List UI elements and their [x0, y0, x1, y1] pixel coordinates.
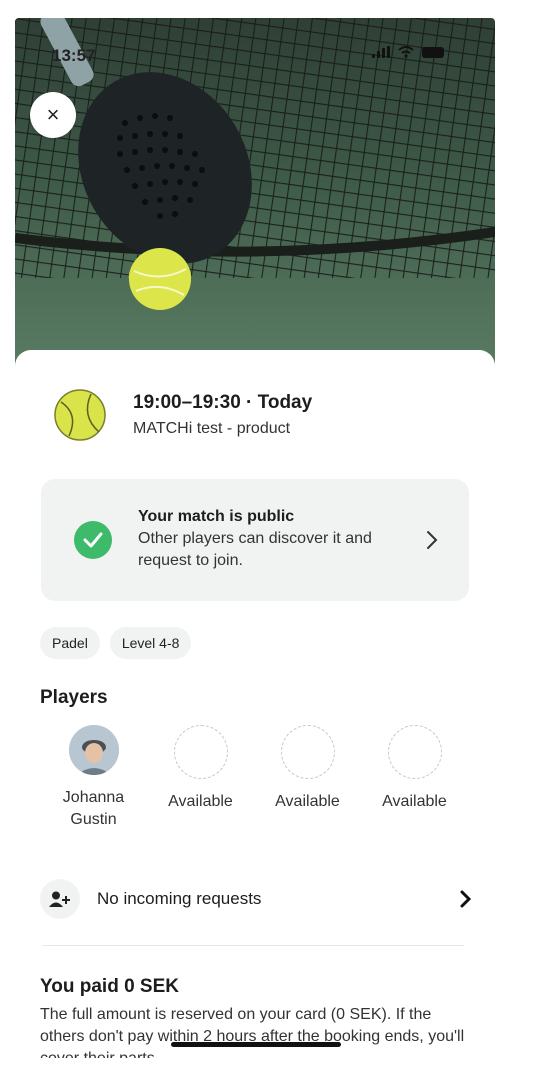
- venue-name: MATCHi test - product: [133, 420, 291, 437]
- public-match-card[interactable]: Your match is public Other players can d…: [41, 479, 469, 601]
- match-tags: Padel Level 4-8: [40, 627, 192, 659]
- wifi-icon: [398, 46, 414, 58]
- chevron-right-icon: [460, 890, 472, 908]
- chevron-right-icon: [427, 531, 438, 549]
- player-slot[interactable]: Johanna Gustin: [40, 725, 147, 831]
- booking-time: 19:00–19:30 · Today: [133, 392, 313, 413]
- status-icons: [372, 46, 444, 58]
- check-circle-icon: [74, 521, 112, 559]
- close-icon: ×: [46, 102, 60, 127]
- public-description: Other players can discover it and reques…: [138, 530, 372, 569]
- avatar: [68, 725, 119, 775]
- requests-label: No incoming requests: [97, 889, 262, 908]
- player-name: Available: [275, 793, 340, 810]
- home-indicator[interactable]: [171, 1042, 341, 1047]
- empty-slot-circle: [173, 725, 228, 779]
- payment-description: The full amount is reserved on your card…: [40, 1006, 465, 1058]
- player-name: Available: [382, 793, 447, 810]
- payment-title: You paid 0 SEK: [40, 976, 180, 997]
- empty-slot-circle: [387, 725, 442, 779]
- hero-image: [15, 18, 495, 378]
- divider: [42, 945, 464, 946]
- player-name: Available: [168, 793, 233, 810]
- battery-icon: [422, 47, 444, 58]
- player-name: Johanna Gustin: [62, 789, 125, 828]
- player-slot[interactable]: Available: [147, 725, 254, 831]
- close-button[interactable]: ×: [30, 92, 76, 138]
- booking-slot: 19:00–19:30 · Today MATCHi test - produc…: [53, 388, 312, 442]
- player-slot[interactable]: Available: [254, 725, 361, 831]
- public-title: Your match is public: [138, 508, 295, 525]
- players-heading: Players: [40, 687, 108, 708]
- ball-image: [129, 248, 191, 310]
- add-user-icon: [40, 879, 80, 919]
- tennis-ball-icon: [54, 389, 106, 441]
- player-slot[interactable]: Available: [361, 725, 468, 831]
- empty-slot-circle: [280, 725, 335, 779]
- match-details-sheet: 19:00–19:30 · Today MATCHi test - produc…: [15, 350, 495, 1068]
- incoming-requests-row[interactable]: No incoming requests: [40, 877, 472, 921]
- players-list: Johanna Gustin Available Available Avail…: [40, 725, 480, 831]
- status-time: 13:57: [52, 46, 96, 65]
- signal-icon: [372, 46, 390, 58]
- tag-sport: Padel: [40, 627, 100, 659]
- tag-level: Level 4-8: [109, 627, 192, 659]
